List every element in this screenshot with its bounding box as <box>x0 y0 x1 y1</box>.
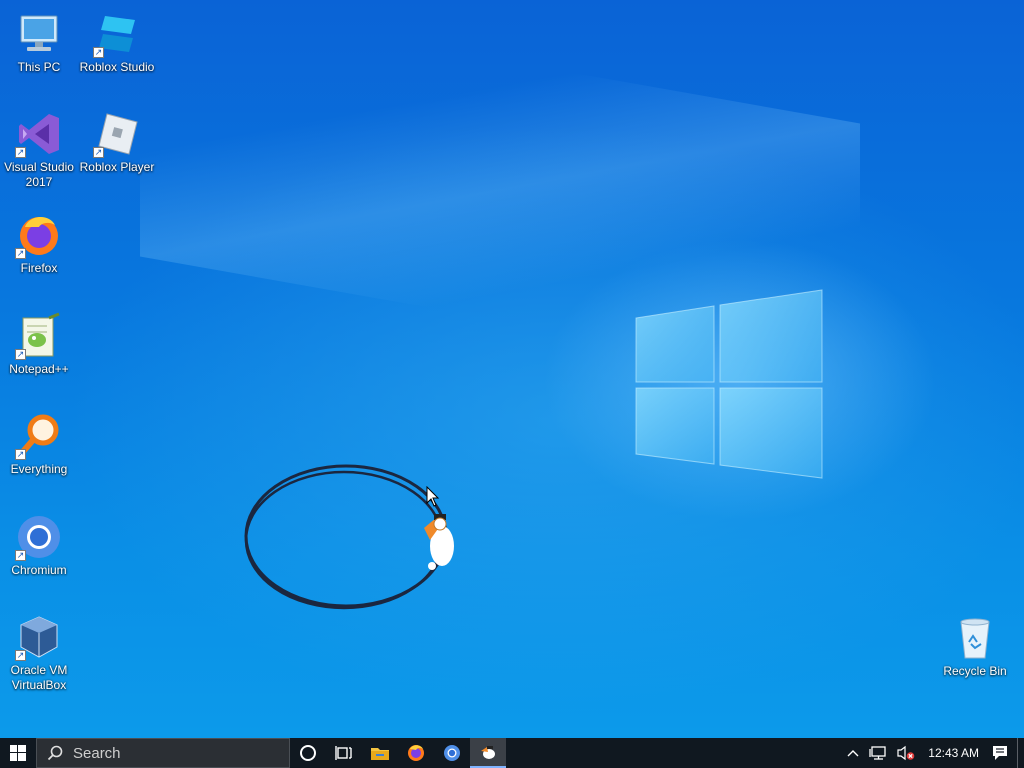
desktop-icon-this-pc[interactable]: This PC <box>0 10 78 75</box>
network-status[interactable] <box>864 738 892 768</box>
task-view-icon <box>335 746 352 760</box>
desktop[interactable]: This PC ↗ Roblox Studio ↗ Visual Studio … <box>0 0 1024 738</box>
folder-icon <box>371 748 389 760</box>
desktop-icon-virtualbox[interactable]: ↗ Oracle VM VirtualBox <box>0 613 78 693</box>
start-button[interactable] <box>0 738 36 768</box>
shortcut-arrow-icon: ↗ <box>15 650 26 661</box>
desktop-icon-label: Roblox Studio <box>79 60 155 74</box>
windows-start-icon <box>10 745 26 761</box>
taskbar: Search 12:43 AM <box>0 738 1024 768</box>
taskbar-firefox[interactable] <box>398 738 434 768</box>
system-tray: 12:43 AM <box>842 738 1024 768</box>
shortcut-arrow-icon: ↗ <box>15 550 26 561</box>
firefox-icon <box>408 745 424 761</box>
desktop-icon-label: This PC <box>17 60 61 74</box>
shortcut-arrow-icon: ↗ <box>93 47 104 58</box>
desktop-icon-label: Visual Studio 2017 <box>4 160 74 189</box>
desktop-icon-visual-studio[interactable]: ↗ Visual Studio 2017 <box>0 110 78 190</box>
taskbar-running-app[interactable] <box>470 738 506 768</box>
desktop-icon-roblox-studio[interactable]: ↗ Roblox Studio <box>78 10 156 75</box>
cortana-circle-icon <box>300 745 316 761</box>
mouse-cursor <box>426 486 440 507</box>
desktop-icon-everything[interactable]: ↗ Everything <box>0 412 78 477</box>
taskbar-file-explorer[interactable] <box>362 738 398 768</box>
cortana-button[interactable] <box>290 738 326 768</box>
visual-studio-icon: ↗ <box>15 110 63 158</box>
show-desktop-button[interactable] <box>1017 738 1024 768</box>
chromium-icon <box>444 745 460 761</box>
shortcut-arrow-icon: ↗ <box>15 349 26 360</box>
shortcut-arrow-icon: ↗ <box>15 449 26 460</box>
shortcut-arrow-icon: ↗ <box>15 248 26 259</box>
taskbar-chromium[interactable] <box>434 738 470 768</box>
desktop-icon-roblox-player[interactable]: ↗ Roblox Player <box>78 110 156 175</box>
desktop-icon-notepad-plus-plus[interactable]: ↗ Notepad++ <box>0 312 78 377</box>
show-hidden-icons-button[interactable] <box>842 738 864 768</box>
notepad-plus-plus-icon: ↗ <box>15 312 63 360</box>
search-placeholder: Search <box>73 744 121 762</box>
shortcut-arrow-icon: ↗ <box>15 147 26 158</box>
notifications-icon <box>993 746 1007 760</box>
taskbar-search-box[interactable]: Search <box>36 738 290 768</box>
recycle-bin-icon <box>951 614 999 662</box>
volume-muted-icon <box>897 745 915 761</box>
desktop-pet-sprite[interactable] <box>414 504 462 572</box>
this-pc-icon <box>15 10 63 58</box>
roblox-player-icon: ↗ <box>93 110 141 158</box>
everything-search-icon: ↗ <box>15 412 63 460</box>
volume-control[interactable] <box>892 738 920 768</box>
desktop-icon-label: Recycle Bin <box>943 664 1007 678</box>
chromium-icon: ↗ <box>15 513 63 561</box>
shortcut-arrow-icon: ↗ <box>93 147 104 158</box>
desktop-icon-label: Roblox Player <box>79 160 155 174</box>
desktop-icon-label: Firefox <box>20 261 58 275</box>
network-icon <box>869 746 886 760</box>
virtualbox-icon: ↗ <box>15 613 63 661</box>
desktop-icon-chromium[interactable]: ↗ Chromium <box>0 513 78 578</box>
cat-sprite-icon <box>481 746 495 759</box>
desktop-icon-label: Notepad++ <box>9 362 69 376</box>
roblox-studio-icon: ↗ <box>93 10 141 58</box>
action-center-button[interactable] <box>987 738 1013 768</box>
desktop-icon-label: Chromium <box>11 563 67 577</box>
desktop-icon-recycle-bin[interactable]: Recycle Bin <box>936 614 1014 679</box>
desktop-icon-firefox[interactable]: ↗ Firefox <box>0 211 78 276</box>
task-view-button[interactable] <box>326 738 362 768</box>
desktop-icon-label: Oracle VM VirtualBox <box>10 663 68 692</box>
taskbar-clock[interactable]: 12:43 AM <box>920 746 987 760</box>
chevron-up-icon <box>847 750 859 757</box>
firefox-icon: ↗ <box>15 211 63 259</box>
windows-logo-wallpaper <box>635 289 823 479</box>
search-icon <box>47 745 63 761</box>
desktop-icon-label: Everything <box>10 462 68 476</box>
